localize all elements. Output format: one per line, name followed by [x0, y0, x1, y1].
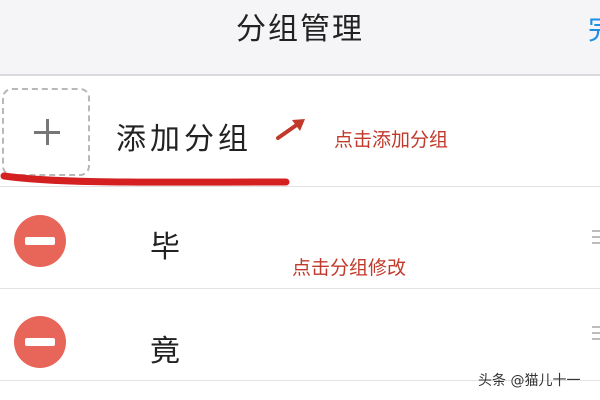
add-group-annotation: 点击添加分组	[334, 129, 449, 151]
add-group-button[interactable]	[2, 88, 90, 176]
page-title: 分组管理	[236, 12, 364, 47]
drag-handle-icon[interactable]	[592, 326, 600, 344]
group-name[interactable]: 毕	[150, 222, 180, 266]
minus-circle-icon[interactable]	[14, 215, 66, 267]
group-row[interactable]: 竟	[0, 290, 600, 381]
drag-handle-icon[interactable]	[592, 230, 600, 248]
add-group-label[interactable]: 添加分组	[116, 114, 252, 158]
done-button[interactable]: 完	[588, 8, 600, 48]
group-row[interactable]: 毕 点击分组修改	[0, 188, 600, 289]
nav-header: 分组管理 完	[0, 0, 600, 76]
minus-circle-icon[interactable]	[14, 316, 66, 368]
watermark: 头条 @猫儿十一	[478, 373, 581, 389]
edit-group-annotation: 点击分组修改	[292, 257, 407, 279]
arrow-annotation-icon	[276, 119, 305, 140]
group-name[interactable]: 竟	[150, 326, 180, 370]
